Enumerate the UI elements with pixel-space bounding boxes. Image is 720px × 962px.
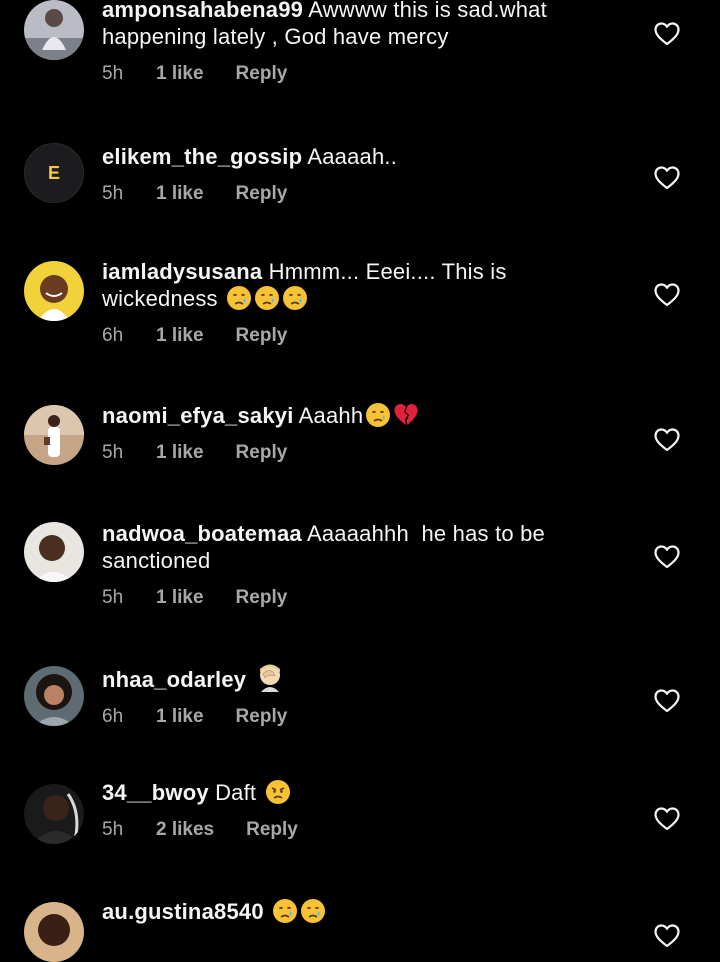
facepalm-emoji xyxy=(255,662,285,692)
comment-meta: 6h 1 like Reply xyxy=(102,324,622,348)
comment-likes[interactable]: 2 likes xyxy=(156,818,214,842)
crying-face-emoji xyxy=(272,898,298,924)
reply-button[interactable]: Reply xyxy=(236,441,288,465)
comment-time: 6h xyxy=(102,325,124,346)
comment-time: 5h xyxy=(102,183,124,204)
reply-button[interactable]: Reply xyxy=(236,705,288,729)
crying-face-emoji xyxy=(226,285,252,311)
comment-meta: 5h 1 like Reply xyxy=(102,586,622,610)
comment-time: 5h xyxy=(102,63,124,84)
reply-button[interactable]: Reply xyxy=(236,586,288,610)
comment-meta: 5h 1 like Reply xyxy=(102,441,622,465)
comment-time: 6h xyxy=(102,706,124,727)
avatar[interactable]: E xyxy=(24,143,84,203)
comment-username[interactable]: elikem_the_gossip xyxy=(102,144,302,169)
comment-username[interactable]: nadwoa_boatemaa xyxy=(102,521,302,546)
comment-likes[interactable]: 1 like xyxy=(156,182,204,206)
comment-meta: 6h 1 like Reply xyxy=(102,705,622,729)
comment-username[interactable]: 34__bwoy xyxy=(102,780,209,805)
comment-likes[interactable]: 1 like xyxy=(156,705,204,729)
crying-face-emoji xyxy=(300,898,326,924)
avatar[interactable] xyxy=(24,405,84,465)
comment-message: Daft xyxy=(215,780,257,805)
comment-meta: 5h 1 like Reply xyxy=(102,62,622,86)
comment-text: nadwoa_boatemaa Aaaaahhh he has to be sa… xyxy=(102,520,622,574)
like-heart-icon[interactable] xyxy=(654,924,680,948)
reply-button[interactable]: Reply xyxy=(236,182,288,206)
comment-time: 5h xyxy=(102,587,124,608)
comment-text: naomi_efya_sakyi Aaahh xyxy=(102,402,622,429)
comment-username[interactable]: iamladysusana xyxy=(102,259,262,284)
comment-text: 34__bwoy Daft xyxy=(102,779,622,806)
comment-text: amponsahabena99 Awwww this is sad.what h… xyxy=(102,0,622,50)
comment-text: nhaa_odarley xyxy=(102,662,622,693)
avatar[interactable] xyxy=(24,784,84,844)
comment-username[interactable]: nhaa_odarley xyxy=(102,667,246,692)
like-heart-icon[interactable] xyxy=(654,22,680,46)
comment-likes[interactable]: 1 like xyxy=(156,324,204,348)
comment-username[interactable]: naomi_efya_sakyi xyxy=(102,403,294,428)
avatar[interactable] xyxy=(24,666,84,726)
comment-likes[interactable]: 1 like xyxy=(156,441,204,465)
avatar[interactable] xyxy=(24,902,84,962)
comment-time: 5h xyxy=(102,819,124,840)
angry-face-emoji xyxy=(265,779,291,805)
like-heart-icon[interactable] xyxy=(654,166,680,190)
broken-heart-emoji xyxy=(393,402,419,428)
reply-button[interactable]: Reply xyxy=(236,324,288,348)
crying-face-emoji xyxy=(365,402,391,428)
comment-text: au.gustina8540 xyxy=(102,898,622,925)
reply-button[interactable]: Reply xyxy=(236,62,288,86)
comment-likes[interactable]: 1 like xyxy=(156,586,204,610)
comment-text: elikem_the_gossip Aaaaah.. xyxy=(102,143,622,170)
comment-time: 5h xyxy=(102,442,124,463)
comment-meta: 5h 1 like Reply xyxy=(102,182,622,206)
comment-text: iamladysusana Hmmm... Eeei.... This is w… xyxy=(102,258,622,312)
comment-message: Aaaaah.. xyxy=(307,144,398,169)
like-heart-icon[interactable] xyxy=(654,545,680,569)
avatar-letter: E xyxy=(47,163,60,183)
avatar[interactable] xyxy=(24,261,84,321)
crying-face-emoji xyxy=(282,285,308,311)
crying-face-emoji xyxy=(254,285,280,311)
avatar[interactable] xyxy=(24,0,84,60)
comment-meta: 5h 2 likes Reply xyxy=(102,818,622,842)
like-heart-icon[interactable] xyxy=(654,428,680,452)
comment-likes[interactable]: 1 like xyxy=(156,62,204,86)
comment-username[interactable]: amponsahabena99 xyxy=(102,0,303,22)
reply-button[interactable]: Reply xyxy=(246,818,298,842)
like-heart-icon[interactable] xyxy=(654,283,680,307)
comment-message: Aaahh xyxy=(298,403,364,428)
avatar[interactable] xyxy=(24,522,84,582)
like-heart-icon[interactable] xyxy=(654,689,680,713)
like-heart-icon[interactable] xyxy=(654,807,680,831)
comment-username[interactable]: au.gustina8540 xyxy=(102,899,264,924)
